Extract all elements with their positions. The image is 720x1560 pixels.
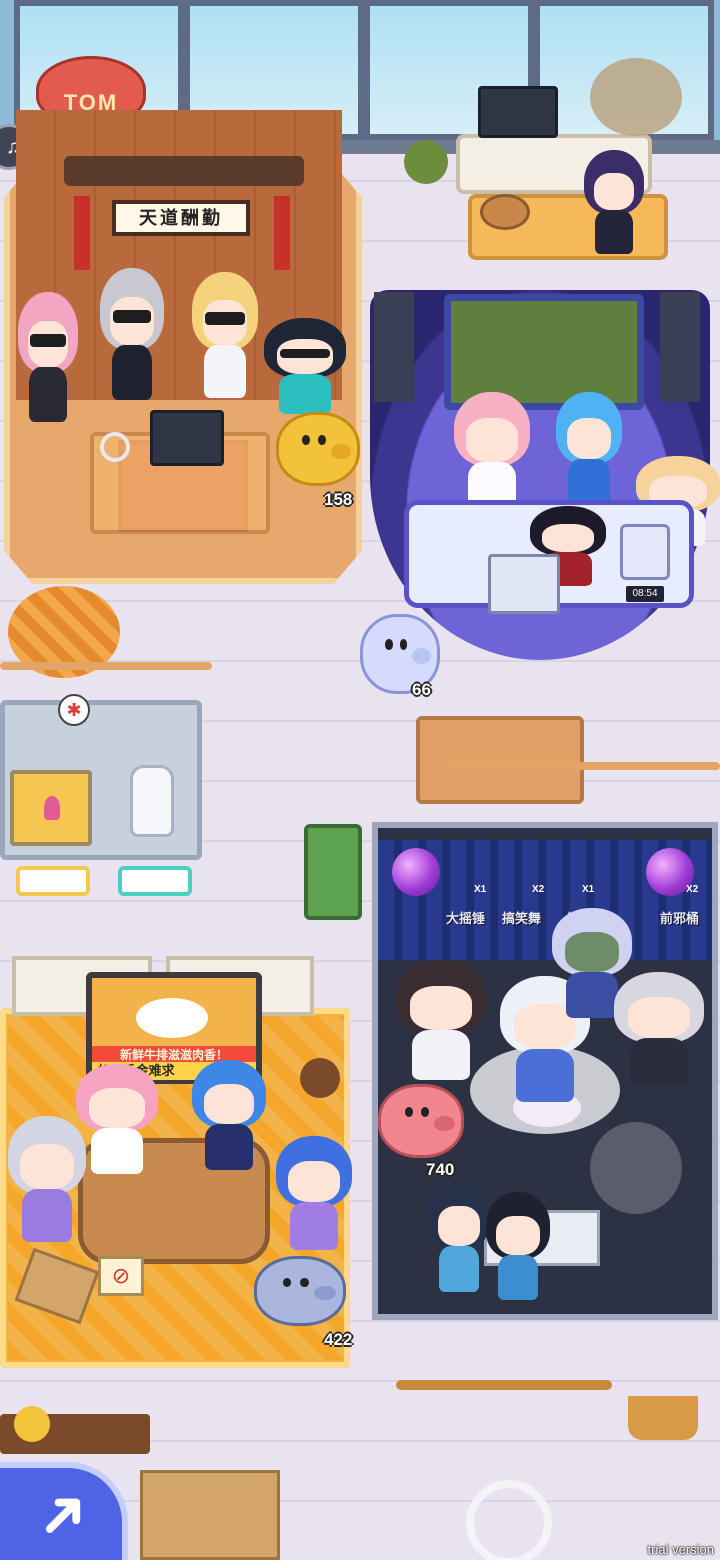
studio-light-left <box>374 292 414 402</box>
box-stack <box>140 1470 280 1560</box>
dojo-roof <box>64 156 304 186</box>
character-blue-short[interactable] <box>556 392 622 508</box>
stacked-cake <box>304 824 362 920</box>
dojo-plaque: 天道酬勤 <box>112 200 250 236</box>
character-maid-blue[interactable] <box>192 1060 266 1170</box>
act-label[interactable]: 前邪桶 <box>660 908 699 927</box>
pc-tower <box>620 524 670 580</box>
potted-plant <box>404 140 448 184</box>
act-label[interactable]: 搞笑舞 <box>502 908 541 927</box>
stool <box>480 194 530 230</box>
couplet-right <box>274 196 290 270</box>
trial-version-label: trial version <box>647 1542 714 1557</box>
potted-palm <box>628 1396 698 1440</box>
couplet-left <box>74 196 90 270</box>
disco-ball <box>392 848 440 896</box>
burger-stand <box>300 1058 340 1098</box>
esports-monitor <box>488 554 560 614</box>
piggy-bank-count: 158 <box>324 490 353 509</box>
bathroom-door[interactable] <box>10 770 92 846</box>
character-cameraman[interactable] <box>428 1182 490 1292</box>
ring-light-large <box>466 1480 552 1560</box>
bath-mat-yellow <box>16 866 90 896</box>
railing <box>444 762 720 770</box>
character-dark-long-hair[interactable] <box>396 960 486 1080</box>
piggy-bank-pink[interactable] <box>378 1084 464 1158</box>
clothes-rack <box>396 1380 612 1390</box>
piggy-bank-count: 66 <box>412 680 431 699</box>
match-timer: 08:54 <box>626 586 664 602</box>
act-multiplier: X1 <box>582 884 595 895</box>
piggy-bank-count: 740 <box>426 1160 455 1179</box>
act-label[interactable]: 大摇锤 <box>446 908 485 927</box>
shelf <box>416 716 584 804</box>
ring-light <box>100 432 130 462</box>
act-multiplier: X2 <box>686 884 699 895</box>
character-pink-twin[interactable] <box>454 392 530 512</box>
character-black-teal-hair[interactable] <box>264 318 346 414</box>
character-bunny-pink[interactable] <box>76 1064 158 1174</box>
toilet <box>130 765 174 837</box>
character-catgirl-blue[interactable] <box>276 1136 352 1250</box>
globe-lamp <box>590 58 682 136</box>
angry-speech-bubble: ✱ <box>58 694 90 726</box>
piggy-bank-gold[interactable] <box>276 412 360 486</box>
game-scene: TOM ♫ 天道酬勤 158 08:54 66 ✱ X1 大摇锤 X2 搞笑舞 … <box>0 0 720 1560</box>
act-multiplier: X2 <box>532 884 545 895</box>
piggy-bank-count: 422 <box>324 1330 353 1349</box>
character-director[interactable] <box>486 1192 550 1300</box>
keyhole-icon <box>44 796 60 820</box>
act-multiplier: X1 <box>474 884 487 895</box>
character-purple-hair[interactable] <box>584 150 644 254</box>
no-entry-sign: ⊘ <box>98 1256 144 1296</box>
studio-light-right <box>660 292 700 402</box>
railing <box>0 662 212 670</box>
character-blonde-captain[interactable] <box>192 272 258 398</box>
character-silver-hair[interactable] <box>100 268 164 400</box>
tv-monitor[interactable] <box>478 86 558 138</box>
satellite-light <box>590 1122 682 1214</box>
steak-plate <box>136 998 208 1038</box>
dojo-monitor <box>150 410 224 466</box>
bath-mat-teal <box>118 866 192 896</box>
piggy-bank-glasses[interactable] <box>254 1256 346 1326</box>
character-pink-hair[interactable] <box>18 292 78 422</box>
sunflower <box>14 1406 50 1442</box>
character-silver-ribbon[interactable] <box>614 972 704 1086</box>
character-silver-bouquet[interactable] <box>8 1116 86 1242</box>
